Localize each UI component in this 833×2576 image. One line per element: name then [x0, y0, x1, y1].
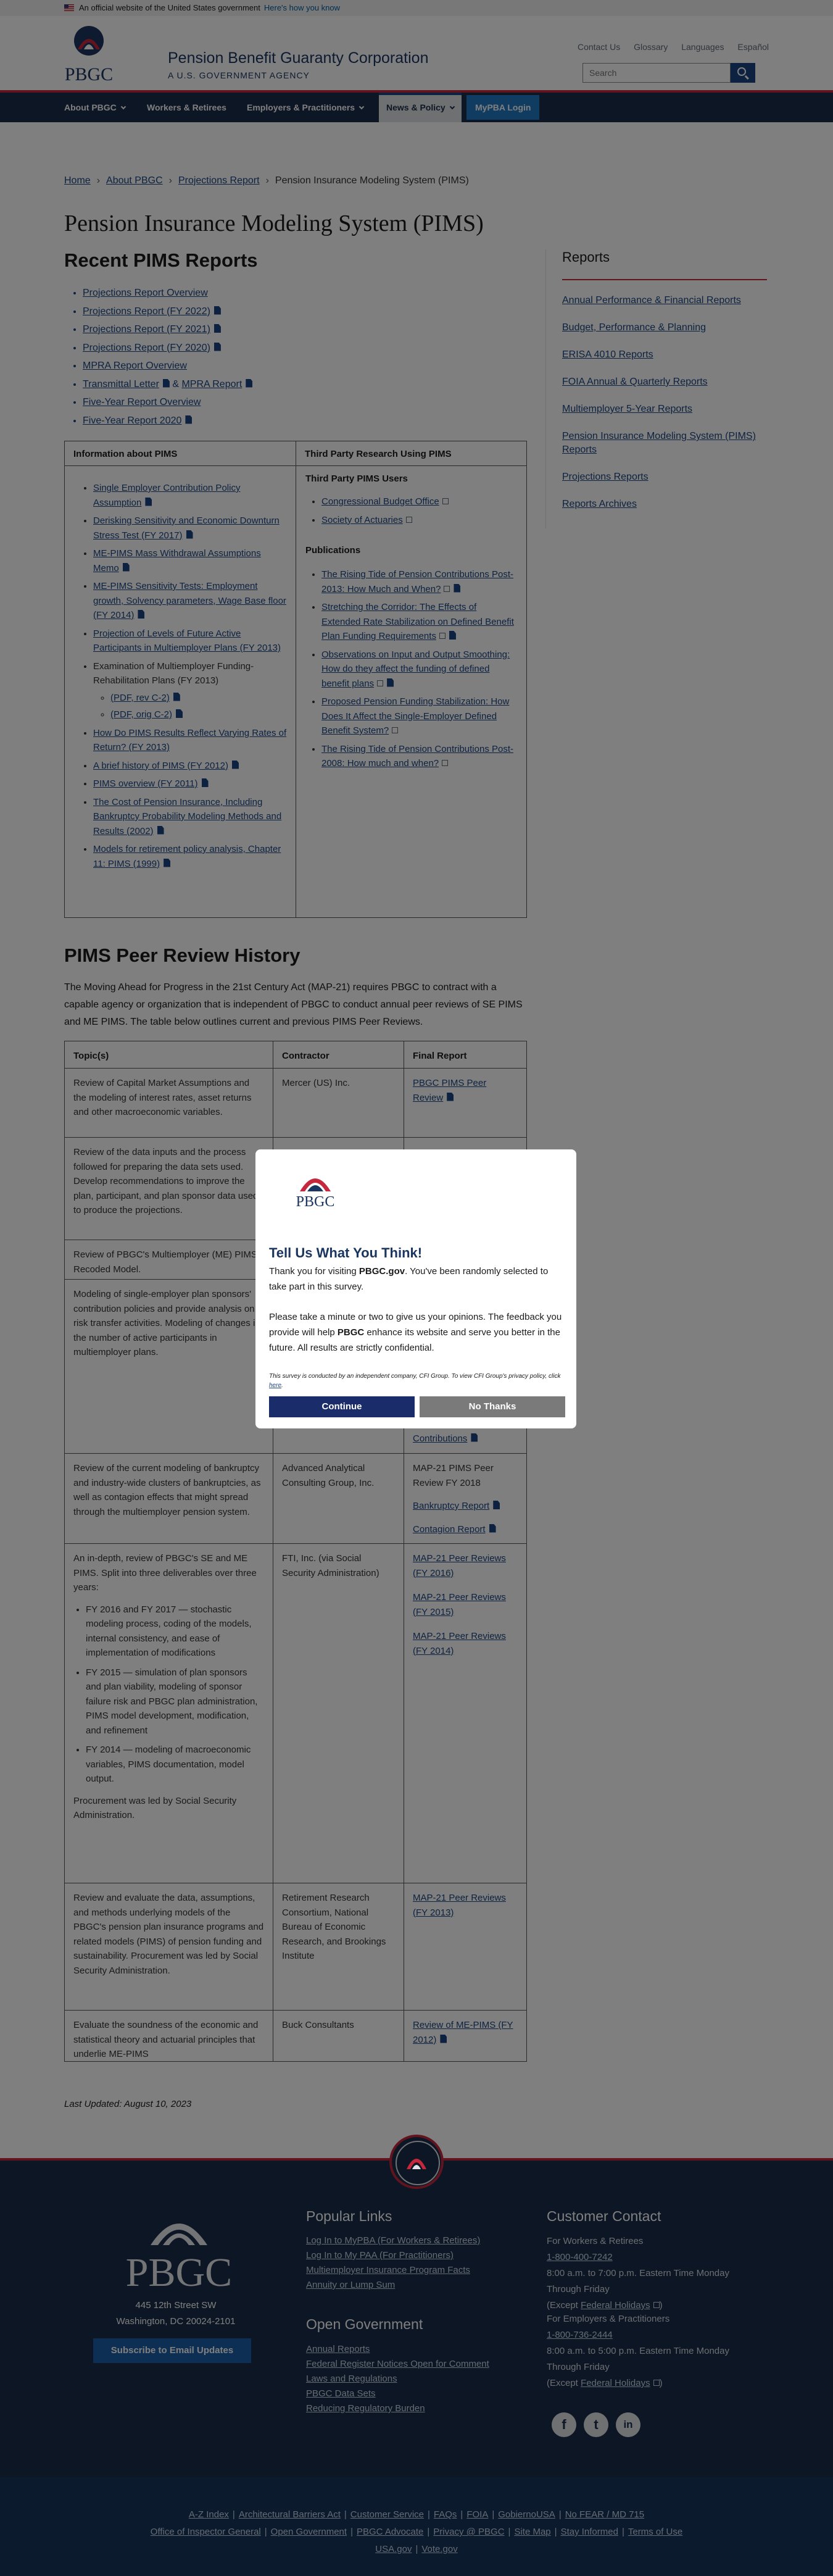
pbgc-emblem-icon — [407, 2159, 426, 2169]
modal-buttons: Continue No Thanks — [269, 1396, 565, 1417]
modal-bold-text: PBGC — [337, 1327, 365, 1338]
modal-title: Tell Us What You Think! — [269, 1245, 423, 1261]
modal-logo-text: PBGC — [296, 1194, 335, 1210]
no-thanks-button[interactable]: No Thanks — [420, 1396, 565, 1417]
modal-paragraph: Thank you for visiting PBGC.gov. You've … — [269, 1264, 563, 1294]
modal-paragraph: Please take a minute or two to give us y… — [269, 1309, 563, 1356]
modal-body: Thank you for visiting PBGC.gov. You've … — [269, 1264, 563, 1356]
privacy-policy-link[interactable]: here — [269, 1382, 281, 1389]
continue-button[interactable]: Continue — [269, 1396, 415, 1417]
modal-bold-text: PBGC.gov — [358, 1266, 405, 1277]
survey-modal: PBGC Tell Us What You Think! Thank you f… — [255, 1149, 576, 1428]
fine-print-text: This survey is conducted by an independe… — [269, 1373, 561, 1380]
modal-text: Thank you for visiting — [269, 1266, 359, 1277]
modal-fine-print: This survey is conducted by an independe… — [269, 1373, 561, 1389]
pbgc-logo-icon: PBGC — [296, 1178, 335, 1210]
